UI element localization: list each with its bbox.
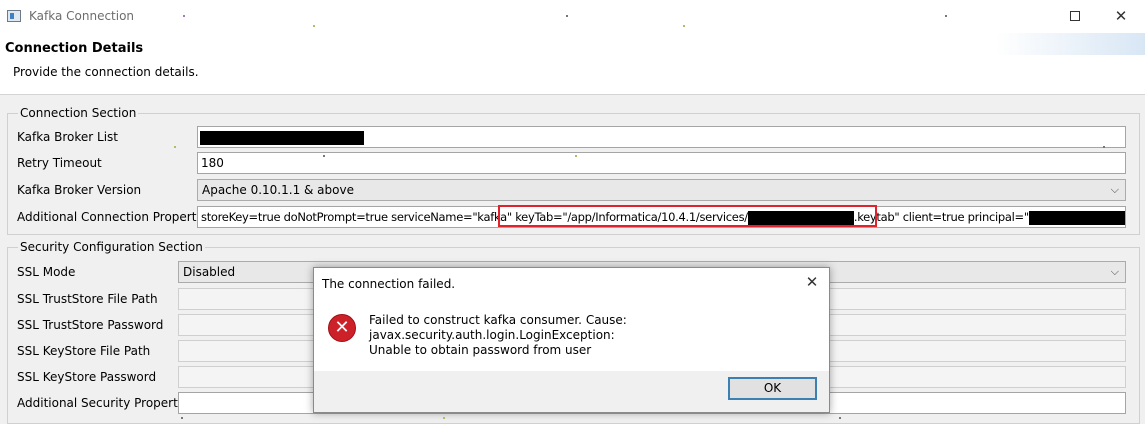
window-title: Kafka Connection [29,9,135,23]
minimize-icon: — [1022,8,1036,24]
broker-version-value: Apache 0.10.1.1 & above [202,183,354,197]
maximize-button[interactable] [1052,2,1098,32]
redacted-value [1028,210,1125,225]
broker-list-label: Kafka Broker List [17,130,119,144]
dialog-message: Failed to construct kafka consumer. Caus… [369,313,819,358]
artifact-dot [323,155,325,157]
minimize-button[interactable]: — [1006,2,1052,32]
dialog-close-button[interactable]: ✕ [803,273,821,291]
artifact-dot [1103,146,1105,148]
dialog-message-line1: Failed to construct kafka consumer. Caus… [369,313,627,342]
page-title: Connection Details [5,41,144,56]
close-window-button[interactable]: ✕ [1098,2,1144,32]
artifact-dot [575,155,577,157]
page-description: Provide the connection details. [13,65,199,79]
ssl-mode-label: SSL Mode [17,265,76,279]
artifact-dot [174,146,176,148]
header-banner [995,33,1145,55]
dialog-title: The connection failed. [322,277,456,291]
truststore-password-label: SSL TrustStore Password [17,318,164,332]
artifact-dot [443,417,445,419]
dialog-message-line2: Unable to obtain password from user [369,343,592,357]
connection-section-legend: Connection Section [18,106,139,120]
redacted-value [200,130,364,145]
highlight-box [498,205,877,227]
keystore-password-label: SSL KeyStore Password [17,370,157,384]
broker-list-input[interactable] [197,126,1126,148]
ssl-mode-value: Disabled [183,265,236,279]
artifact-dot [945,15,947,17]
props-text-part4: client=true principal=" [902,210,1029,224]
retry-timeout-input[interactable]: 180 [197,152,1126,174]
dialog-footer: OK [314,371,829,412]
retry-timeout-label: Retry Timeout [17,156,102,170]
artifact-dot [181,417,183,419]
error-dialog: The connection failed. ✕ ✕ Failed to con… [313,267,830,413]
page-header: Connection Details Provide the connectio… [0,33,1145,95]
maximize-icon [1070,11,1080,21]
dialog-body: ✕ Failed to construct kafka consumer. Ca… [314,301,829,371]
broker-version-select[interactable]: Apache 0.10.1.1 & above ⌵ [197,179,1126,201]
artifact-dot [183,15,185,17]
artifact-dot [839,417,841,419]
props-text-part1: storeKey=true doNotPrompt=true serviceNa… [201,210,512,224]
app-window-icon [7,10,21,22]
additional-security-label: Additional Security Properties [17,396,195,410]
security-section-legend: Security Configuration Section [18,240,205,254]
truststore-path-label: SSL TrustStore File Path [17,292,158,306]
window-titlebar: Kafka Connection — ✕ [0,0,1145,33]
broker-version-label: Kafka Broker Version [17,183,142,197]
artifact-dot [313,25,315,27]
chevron-down-icon: ⌵ [1110,183,1119,196]
error-icon: ✕ [328,314,356,342]
artifact-dot [566,15,568,17]
chevron-down-icon: ⌵ [1110,265,1119,278]
keystore-path-label: SSL KeyStore File Path [17,344,151,358]
additional-props-label: Additional Connection Properties [17,210,214,224]
artifact-dot [683,25,685,27]
close-icon: ✕ [1114,7,1128,25]
ok-button[interactable]: OK [728,377,817,400]
